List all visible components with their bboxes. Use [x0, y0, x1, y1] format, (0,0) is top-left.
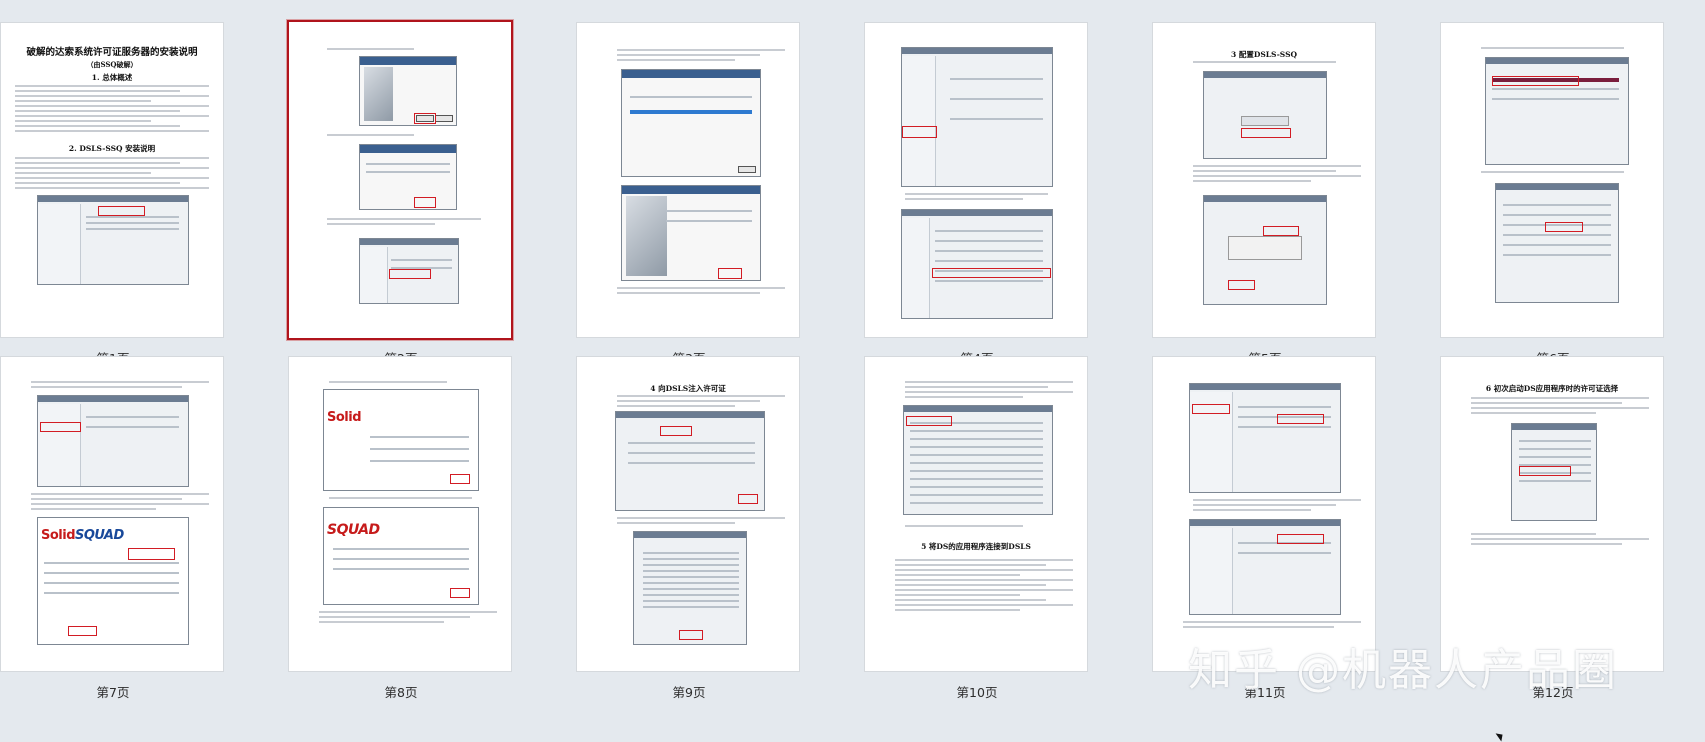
- page-preview[interactable]: [576, 22, 800, 338]
- paragraph-lines: [329, 381, 497, 386]
- paragraph-lines: [31, 493, 209, 513]
- paragraph-lines: [1193, 499, 1361, 514]
- screenshot-image: [1495, 183, 1619, 303]
- paragraph-lines: [1193, 165, 1361, 185]
- page-preview[interactable]: 5 将DS的应用程序连接到DSLS: [864, 356, 1088, 672]
- screenshot-image: [621, 185, 761, 281]
- paragraph-lines: [1183, 621, 1361, 631]
- page-preview[interactable]: SolidSQUAD: [0, 356, 224, 672]
- screenshot-image: [1203, 71, 1327, 159]
- section-heading: 5 将DS的应用程序连接到DSLS: [921, 542, 1031, 551]
- thumbnail-grid: 破解的达索系统许可证服务器的安装说明 （由SSQ破解） 1. 总体概述 2. D…: [0, 0, 1705, 742]
- page-preview[interactable]: 3 配置DSLS-SSQ: [1152, 22, 1376, 338]
- screenshot-image: [359, 56, 457, 126]
- paragraph-lines: [1471, 533, 1649, 548]
- paragraph-lines: [1481, 171, 1649, 176]
- paragraph-lines: [905, 525, 1073, 530]
- doc-title: 破解的达索系统许可证服务器的安装说明: [26, 47, 198, 58]
- paragraph-lines: [327, 134, 451, 139]
- screenshot-image: [1189, 519, 1341, 615]
- section-heading: 6 初次启动DS应用程序时的许可证选择: [1485, 384, 1619, 393]
- paragraph-lines: [617, 517, 785, 527]
- paragraph-lines: [617, 287, 785, 297]
- paragraph-lines: [617, 395, 785, 410]
- screenshot-image: [37, 195, 189, 285]
- paragraph-lines: [327, 218, 481, 228]
- screenshot-image: [901, 209, 1053, 319]
- screenshot-image: [1485, 57, 1629, 165]
- page-preview[interactable]: 6 初次启动DS应用程序时的许可证选择: [1440, 356, 1664, 672]
- page-label: 第8页: [384, 685, 418, 700]
- page-preview-selected[interactable]: [287, 20, 513, 340]
- solidsquad-logo: Solid: [327, 410, 362, 425]
- screenshot-image: [1189, 383, 1341, 493]
- paragraph-lines: [1193, 61, 1361, 66]
- paragraph-lines: [617, 49, 785, 64]
- paragraph-lines: [31, 381, 209, 391]
- paragraph-lines: [895, 559, 1073, 614]
- solidsquad-logo: SolidSQUAD: [41, 528, 124, 543]
- solidsquad-logo: SQUAD: [327, 522, 380, 538]
- page-preview[interactable]: [1440, 22, 1664, 338]
- screenshot-image: SolidSQUAD: [37, 517, 189, 645]
- screenshot-image: Solid: [323, 389, 479, 491]
- paragraph-lines: [1471, 397, 1649, 417]
- screenshot-image: [901, 47, 1053, 187]
- screenshot-image: [37, 395, 189, 487]
- screenshot-image: SQUAD: [323, 507, 479, 605]
- screenshot-image: [903, 405, 1053, 515]
- zhihu-watermark: 知乎 @机器人产品圈: [1188, 645, 1618, 696]
- screenshot-image: [1203, 195, 1327, 305]
- page-label: 第9页: [672, 685, 706, 700]
- paragraph-lines: [319, 611, 497, 626]
- page-preview[interactable]: 破解的达索系统许可证服务器的安装说明 （由SSQ破解） 1. 总体概述 2. D…: [0, 22, 224, 338]
- section-heading: 3 配置DSLS-SSQ: [1230, 50, 1298, 59]
- paragraph-lines: [15, 85, 209, 135]
- page-preview[interactable]: Solid SQUAD: [288, 356, 512, 672]
- page-preview[interactable]: 4 向DSLS注入许可证: [576, 356, 800, 672]
- page-label: 第7页: [96, 685, 130, 700]
- paragraph-lines: [15, 157, 209, 192]
- section-heading: 2. DSLS-SSQ 安装说明: [68, 144, 156, 153]
- paragraph-lines: [329, 497, 497, 502]
- paragraph-lines: [905, 381, 1073, 401]
- page-preview[interactable]: [864, 22, 1088, 338]
- page-label: 第10页: [956, 685, 998, 700]
- doc-subtitle: （由SSQ破解）: [86, 60, 138, 69]
- screenshot-image: [633, 531, 747, 645]
- screenshot-image: [1511, 423, 1597, 521]
- section-heading: 1. 总体概述: [91, 73, 133, 82]
- screenshot-image: [359, 238, 459, 304]
- screenshot-image: [359, 144, 457, 210]
- screenshot-image: [621, 69, 761, 177]
- screenshot-image: [615, 411, 765, 511]
- paragraph-lines: [327, 48, 451, 53]
- page-preview[interactable]: [1152, 356, 1376, 672]
- paragraph-lines: [905, 193, 1073, 203]
- paragraph-lines: [1481, 47, 1649, 52]
- section-heading: 4 向DSLS注入许可证: [650, 384, 726, 393]
